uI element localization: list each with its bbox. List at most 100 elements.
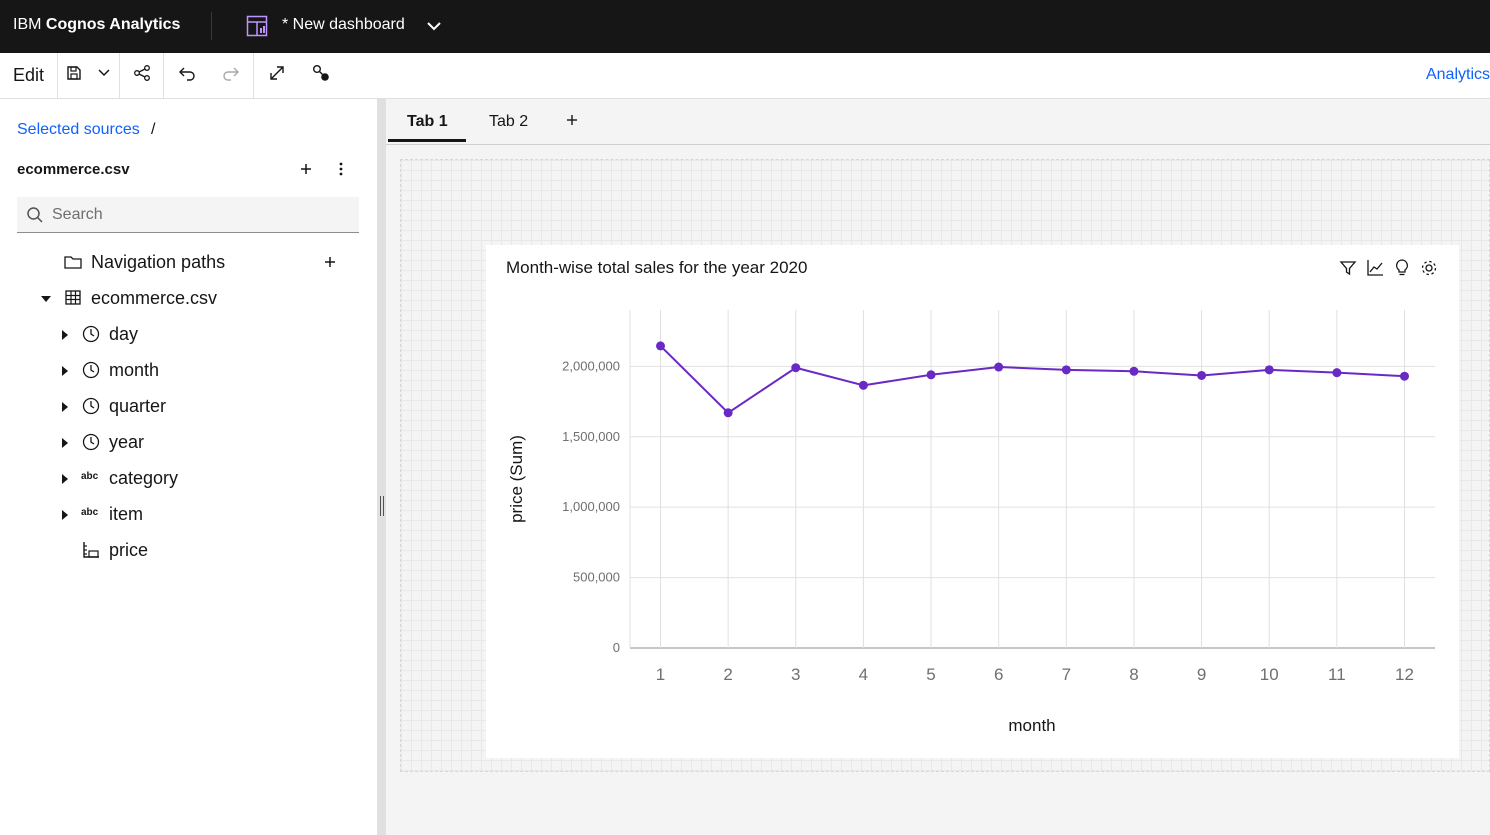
edit-label: Edit (12, 65, 45, 85)
caret-right-icon[interactable] (59, 472, 71, 484)
share-icon (133, 64, 151, 87)
selected-tab-indicator (388, 139, 466, 142)
abc-icon: abc (81, 507, 99, 518)
toolbar-divider (253, 53, 254, 98)
tree-item-day[interactable]: day (0, 316, 377, 352)
x-tick-label: 12 (1395, 665, 1414, 684)
save-icon (65, 64, 83, 87)
caret-right-icon[interactable] (59, 364, 71, 376)
edit-button[interactable]: Edit (0, 53, 57, 98)
chevron-down-icon[interactable] (425, 17, 443, 35)
tab-1[interactable]: Tab 1 (407, 113, 448, 131)
data-point (1264, 365, 1274, 375)
caret-right-icon[interactable] (59, 508, 71, 520)
clock-icon (81, 324, 101, 344)
y-axis-title: price (Sum) (507, 435, 526, 523)
chart-widget[interactable]: Month-wise total sales for the year 2020… (486, 245, 1459, 758)
undo-icon (178, 64, 196, 87)
tree-item-item[interactable]: abc item (0, 496, 377, 532)
chevron-down-icon (97, 66, 111, 85)
dashboard-title[interactable]: * New dashboard (282, 16, 405, 34)
y-tick-label: 1,500,000 (562, 429, 620, 444)
data-point (723, 408, 733, 418)
filter-connection-button[interactable] (300, 53, 342, 98)
breadcrumb-separator: / (151, 121, 156, 138)
x-tick-label: 3 (791, 665, 800, 684)
toolbar: Edit Analytics (0, 53, 1490, 99)
share-button[interactable] (120, 53, 163, 98)
breadcrumb-selected-sources[interactable]: Selected sources (17, 121, 140, 139)
clock-icon (81, 432, 101, 452)
redo-button[interactable] (210, 53, 252, 98)
tree-item-label: year (109, 432, 145, 452)
x-tick-label: 11 (1328, 665, 1346, 684)
table-icon (63, 288, 83, 308)
data-point (1400, 371, 1409, 381)
tree-item-navigation-paths[interactable]: Navigation paths (0, 244, 377, 280)
y-tick-label: 1,000,000 (562, 499, 620, 514)
tab-2[interactable]: Tab 2 (489, 113, 528, 131)
x-tick-label: 10 (1260, 665, 1279, 684)
brand-name: Cognos Analytics (45, 16, 181, 33)
line-chart: 0500,0001,000,0001,500,0002,000,0001 2 3 4 5… (507, 310, 1435, 735)
panel-splitter[interactable] (377, 99, 386, 835)
data-point (1129, 366, 1139, 376)
toolbar-divider (163, 53, 164, 98)
x-tick-label: 4 (859, 665, 868, 684)
tree-item-price[interactable]: price (0, 532, 377, 568)
data-point (1061, 365, 1071, 375)
series-line (659, 345, 1405, 415)
top-bar: IBM Cognos Analytics * New dashboard (0, 0, 1490, 53)
tree-item-month[interactable]: month (0, 352, 377, 388)
tree-item-label: price (109, 540, 149, 560)
header-divider (211, 12, 212, 40)
x-tick-label: 2 (723, 665, 732, 684)
undo-button[interactable] (166, 53, 208, 98)
tree-item-year[interactable]: year (0, 424, 377, 460)
dashboard-icon (246, 15, 268, 37)
tree-item-label: quarter (109, 396, 167, 416)
add-tab-icon[interactable] (563, 111, 581, 129)
x-tick-label: 7 (1062, 665, 1071, 684)
add-icon[interactable] (297, 160, 315, 178)
caret-right-icon[interactable] (59, 328, 71, 340)
clock-icon (81, 396, 101, 416)
tree-item-label: category (109, 468, 179, 488)
data-point (1197, 370, 1207, 380)
overflow-menu-icon[interactable] (333, 160, 349, 178)
search-input[interactable] (52, 197, 352, 232)
add-navigation-path-icon[interactable] (321, 253, 339, 271)
x-tick-label: 6 (994, 665, 1003, 684)
data-sources-panel: Selected sources / ecommerce.csv Navigat… (0, 99, 377, 835)
clock-icon (81, 360, 101, 380)
caret-right-icon[interactable] (59, 436, 71, 448)
save-menu-button[interactable] (90, 53, 118, 98)
data-point (791, 363, 801, 373)
tree-item-category[interactable]: abc category (0, 460, 377, 496)
data-point (656, 341, 665, 351)
tree-item-label: month (109, 360, 160, 380)
tree-item-quarter[interactable]: quarter (0, 388, 377, 424)
fullscreen-button[interactable] (256, 53, 298, 98)
splitter-grip-icon[interactable] (380, 496, 384, 516)
analytics-link[interactable]: Analytics (1426, 66, 1490, 84)
folder-icon (63, 252, 83, 272)
product-brand[interactable]: IBM Cognos Analytics (13, 16, 180, 34)
x-tick-label: 1 (656, 665, 665, 684)
save-button[interactable] (58, 53, 90, 98)
tab-bar: Tab 1 Tab 2 (386, 99, 1490, 145)
search-icon (26, 206, 44, 224)
tree-item-ecommerce-csv[interactable]: ecommerce.csv (0, 280, 377, 316)
source-title: ecommerce.csv (17, 161, 130, 178)
expand-icon (268, 64, 286, 87)
search-box (17, 197, 359, 233)
y-tick-label: 2,000,000 (562, 358, 620, 373)
tree-item-label: item (109, 504, 144, 524)
caret-down-icon[interactable] (40, 292, 52, 304)
y-tick-label: 0 (613, 640, 620, 655)
data-point (858, 380, 868, 390)
x-tick-label: 9 (1197, 665, 1206, 684)
filter-connection-icon (311, 63, 331, 88)
x-axis-title: month (1008, 716, 1055, 735)
caret-right-icon[interactable] (59, 400, 71, 412)
